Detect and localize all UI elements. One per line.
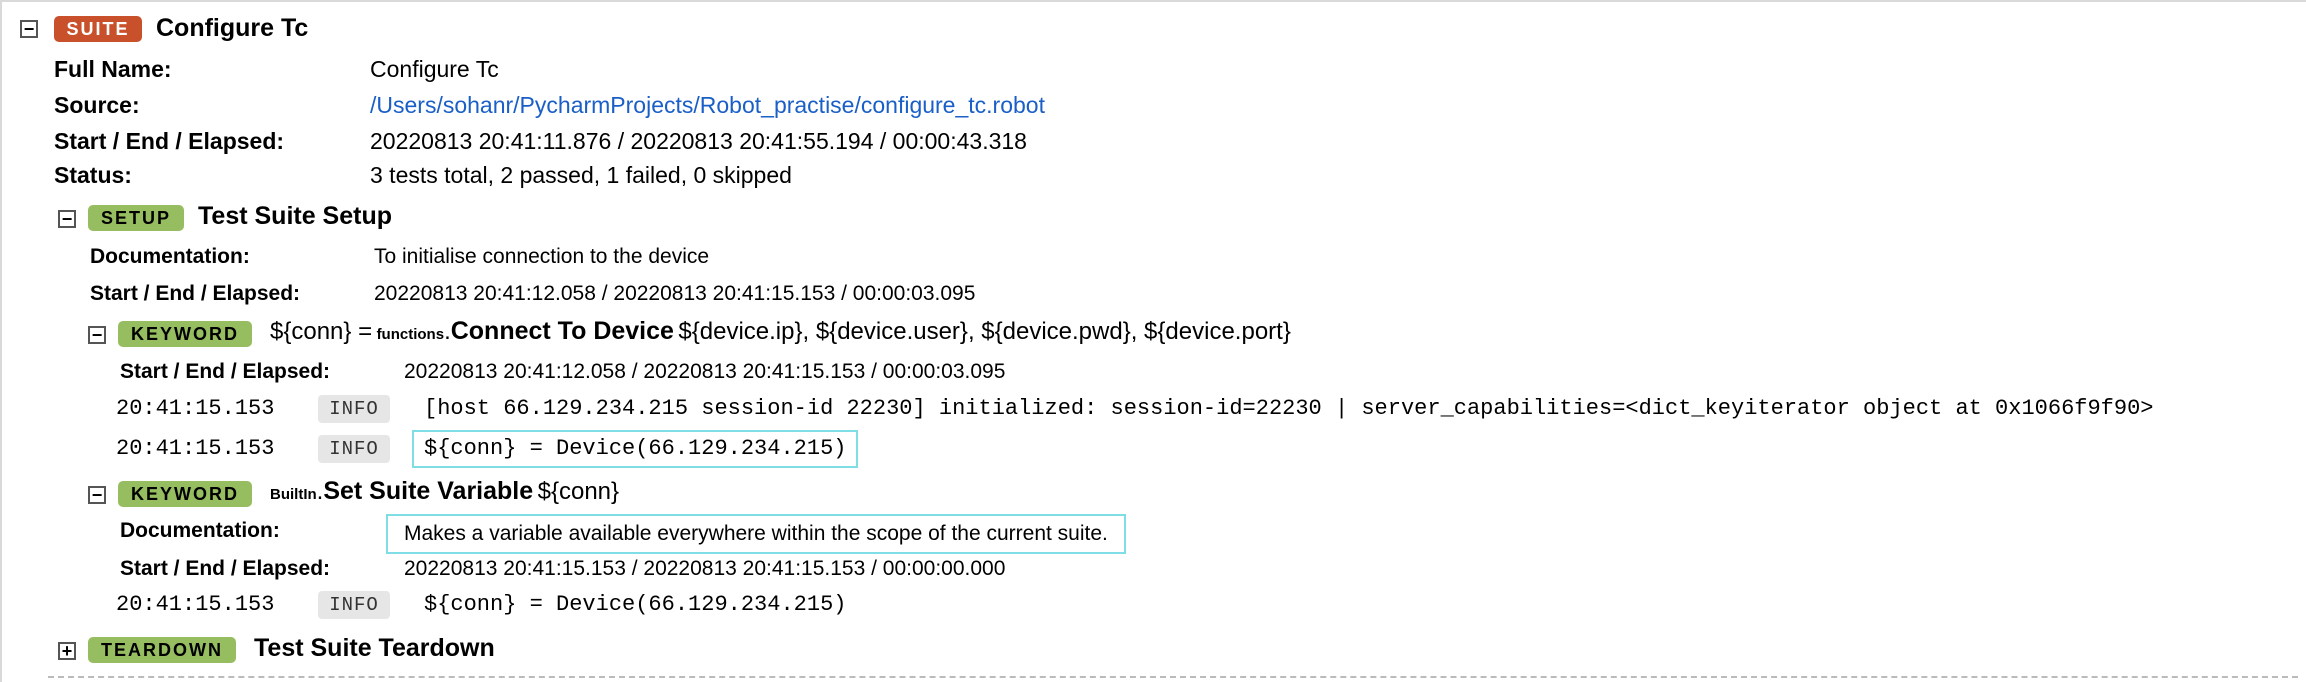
teardown-title[interactable]: Test Suite Teardown xyxy=(254,634,495,663)
keyword2-times-label: Start / End / Elapsed: xyxy=(120,557,331,580)
message-time: 20:41:15.153 xyxy=(116,436,275,461)
message-level-badge: INFO xyxy=(318,395,390,423)
keyword1-dot: . xyxy=(444,318,451,345)
message-time: 20:41:15.153 xyxy=(116,592,275,617)
status-value: 3 tests total, 2 passed, 1 failed, 0 ski… xyxy=(370,162,792,188)
setup-doc-value: To initialise connection to the device xyxy=(374,245,710,268)
keyword1-owner: functions xyxy=(376,326,445,343)
keyword1-assign: ${conn} = xyxy=(270,318,373,345)
keyword1-collapse-toggle[interactable]: − xyxy=(88,326,106,344)
keyword2-collapse-toggle[interactable]: − xyxy=(88,486,106,504)
keyword2-doc-value-highlighted: Makes a variable available everywhere wi… xyxy=(386,514,1126,554)
keyword2-signature[interactable]: BuiltIn.Set Suite Variable ${conn} xyxy=(270,477,619,506)
full-name-label: Full Name: xyxy=(54,56,172,82)
keyword2-name: Set Suite Variable xyxy=(323,477,534,505)
teardown-expand-toggle[interactable]: + xyxy=(58,642,76,660)
keyword1-args: ${device.ip}, ${device.user}, ${device.p… xyxy=(678,318,1291,345)
keyword2-owner: BuiltIn xyxy=(270,486,317,503)
message-level-badge: INFO xyxy=(318,591,390,619)
keyword1-badge: KEYWORD xyxy=(118,321,252,347)
keyword1-times-label: Start / End / Elapsed: xyxy=(120,360,331,383)
setup-collapse-toggle[interactable]: − xyxy=(58,210,76,228)
setup-times-label: Start / End / Elapsed: xyxy=(90,282,301,305)
setup-badge: SETUP xyxy=(88,205,184,231)
keyword1-signature[interactable]: ${conn} = functions.Connect To Device ${… xyxy=(270,317,1291,346)
keyword1-times-value: 20220813 20:41:12.058 / 20220813 20:41:1… xyxy=(404,360,1006,383)
keyword2-badge: KEYWORD xyxy=(118,481,252,507)
source-link[interactable]: /Users/sohanr/PycharmProjects/Robot_prac… xyxy=(370,92,1045,119)
keyword1-name: Connect To Device xyxy=(450,317,674,345)
message-time: 20:41:15.153 xyxy=(116,396,275,421)
setup-doc-label: Documentation: xyxy=(90,245,250,268)
message-text: ${conn} = Device(66.129.234.215) xyxy=(424,592,847,617)
suite-times-value: 20220813 20:41:11.876 / 20220813 20:41:5… xyxy=(370,128,1027,154)
status-label: Status: xyxy=(54,162,132,188)
suite-collapse-toggle[interactable]: − xyxy=(20,20,38,38)
keyword2-args: ${conn} xyxy=(537,478,620,505)
full-name-value: Configure Tc xyxy=(370,56,499,82)
suite-title[interactable]: Configure Tc xyxy=(156,14,308,43)
message-level-badge: INFO xyxy=(318,435,390,463)
setup-title[interactable]: Test Suite Setup xyxy=(198,202,392,231)
section-divider xyxy=(48,676,2298,678)
keyword2-doc-label: Documentation: xyxy=(120,519,280,542)
teardown-badge: TEARDOWN xyxy=(88,637,236,663)
suite-times-label: Start / End / Elapsed: xyxy=(54,128,285,154)
setup-times-value: 20220813 20:41:12.058 / 20220813 20:41:1… xyxy=(374,282,976,305)
message-text-highlighted: ${conn} = Device(66.129.234.215) xyxy=(412,430,859,468)
message-text: [host 66.129.234.215 session-id 22230] i… xyxy=(424,396,2154,421)
suite-badge: SUITE xyxy=(54,16,142,42)
source-label: Source: xyxy=(54,92,140,118)
keyword2-times-value: 20220813 20:41:15.153 / 20220813 20:41:1… xyxy=(404,557,1006,580)
